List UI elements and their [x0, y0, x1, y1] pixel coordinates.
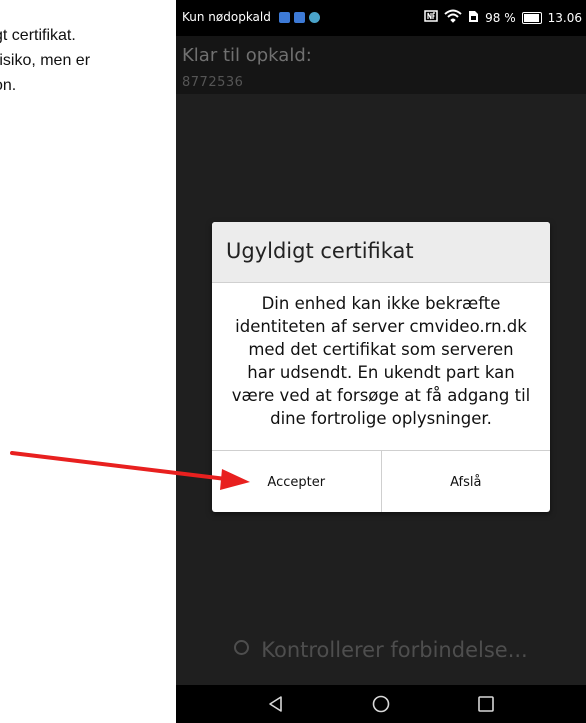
annotation-arrow: [10, 451, 250, 490]
